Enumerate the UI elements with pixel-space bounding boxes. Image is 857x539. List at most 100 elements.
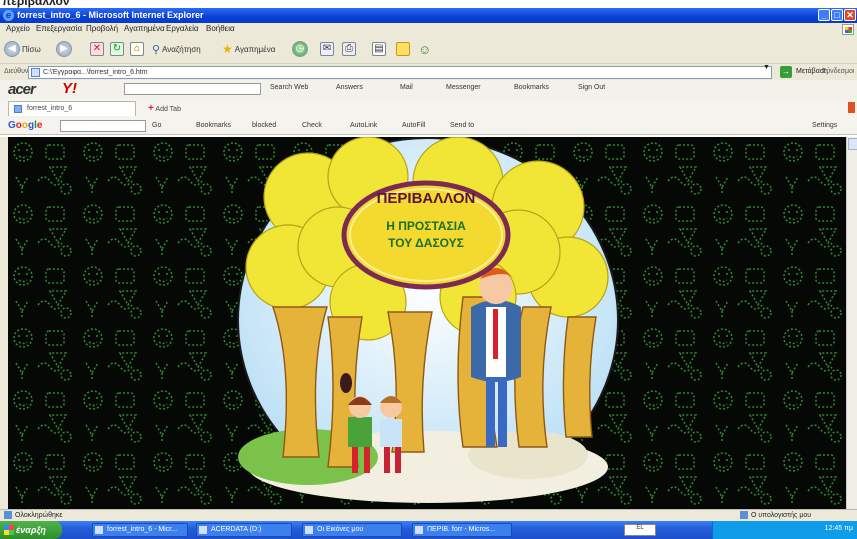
- google-blocked[interactable]: blocked: [252, 122, 276, 129]
- print-button[interactable]: ⎙: [342, 40, 356, 58]
- edit-button[interactable]: ▤: [372, 40, 386, 58]
- stop-icon: ✕: [90, 42, 104, 56]
- forest-illustration: ΠΕΡΙΒΑΛΛΟΝ Η ΠΡΟΣΤΑΣΙΑ ΤΟΥ ΔΑΣΟΥΣ: [8, 137, 846, 509]
- clock[interactable]: 12:45 πμ: [825, 525, 853, 532]
- yahoo-logo[interactable]: Y!: [62, 80, 77, 97]
- menu-help[interactable]: Βοήθεια: [206, 24, 235, 33]
- maximize-button[interactable]: □: [831, 9, 843, 21]
- forward-arrow-icon: ▶: [56, 41, 72, 57]
- task-ie-2[interactable]: ΠΕΡΙΒ. forr - Micros...: [412, 523, 512, 537]
- yahoo-search-web[interactable]: Search Web: [270, 84, 308, 91]
- refresh-icon: ↻: [110, 42, 124, 56]
- links-label[interactable]: Σύνδεσμοι: [822, 68, 854, 75]
- google-logo[interactable]: Google: [8, 120, 42, 131]
- taskbar: έναρξη forrest_intro_6 - Micr... ACERDAT…: [0, 521, 857, 539]
- task-ie[interactable]: forrest_intro_6 - Micr...: [92, 523, 188, 537]
- address-input[interactable]: C:\Έγγραφα...\forrest_intro_6.htm: [28, 66, 772, 79]
- google-go[interactable]: Go: [152, 122, 161, 129]
- address-dropdown-icon[interactable]: ▼: [762, 64, 771, 75]
- tab-label: forrest_intro_6: [27, 105, 73, 112]
- home-icon: ⌂: [130, 42, 144, 56]
- window-titlebar[interactable]: e forrest_intro_6 - Microsoft Internet E…: [0, 8, 857, 23]
- menu-bar: Αρχείο Επεξεργασία Προβολή Αγαπημένα Εργ…: [0, 23, 857, 35]
- computer-icon: [740, 511, 748, 519]
- ie-task-icon: [415, 526, 423, 534]
- google-autofill[interactable]: AutoFill: [402, 122, 425, 129]
- address-url: C:\Έγγραφα...\forrest_intro_6.htm: [43, 69, 148, 76]
- tree-hollow: [340, 373, 352, 393]
- messenger-icon: ☺: [418, 41, 432, 57]
- window-title: forrest_intro_6 - Microsoft Internet Exp…: [17, 10, 204, 20]
- language-indicator[interactable]: EL: [624, 524, 656, 536]
- task-pictures[interactable]: Οι Εικόνες μου: [302, 523, 402, 537]
- document-icon: ▤: [372, 42, 386, 56]
- search-label: Αναζήτηση: [162, 44, 201, 54]
- minimize-button[interactable]: _: [818, 9, 830, 21]
- acer-logo: acer: [8, 81, 36, 98]
- ie-logo-icon: e: [3, 10, 14, 21]
- tab-list-icon[interactable]: [848, 102, 855, 113]
- status-left: Ολοκληρώθηκε: [4, 511, 62, 519]
- windows-flag-icon: [842, 24, 854, 35]
- start-button[interactable]: έναρξη: [0, 521, 62, 539]
- google-search-input[interactable]: [60, 120, 146, 132]
- home-button[interactable]: ⌂: [130, 40, 144, 58]
- status-text: Ολοκληρώθηκε: [15, 511, 63, 519]
- google-autolink[interactable]: AutoLink: [350, 122, 377, 129]
- history-button[interactable]: ◷: [292, 40, 308, 58]
- mail-button[interactable]: ✉: [320, 40, 334, 58]
- yahoo-mail[interactable]: Mail: [400, 84, 413, 91]
- page-done-icon: [4, 511, 12, 519]
- messenger-button[interactable]: ☺: [418, 40, 431, 58]
- left-frame: [0, 137, 8, 509]
- favorites-button[interactable]: ★ Αγαπημένα: [222, 40, 275, 58]
- folder-task-icon: [305, 526, 313, 534]
- tab-active[interactable]: forrest_intro_6: [8, 101, 136, 116]
- refresh-button[interactable]: ↻: [110, 40, 124, 58]
- google-send-to[interactable]: Send to: [450, 122, 474, 129]
- yahoo-search-input[interactable]: [124, 83, 261, 95]
- yahoo-answers[interactable]: Answers: [336, 84, 363, 91]
- task-drive[interactable]: ACERDATA (D:): [196, 523, 292, 537]
- yahoo-messenger[interactable]: Messenger: [446, 84, 481, 91]
- back-button[interactable]: ◀ Πίσω: [4, 40, 41, 58]
- google-toolbar: Google Go Bookmarks blocked Check AutoLi…: [0, 117, 857, 135]
- folder-icon: [396, 42, 410, 56]
- google-settings[interactable]: Settings: [812, 122, 837, 129]
- go-button[interactable]: →: [780, 66, 792, 78]
- task-label: forrest_intro_6 - Micr...: [107, 526, 178, 533]
- folder-button[interactable]: [396, 40, 410, 58]
- status-bar: Ολοκληρώθηκε Ο υπολογιστής μου: [0, 509, 857, 521]
- yahoo-toolbar: acer Y! Search Web Answers Mail Messenge…: [0, 80, 857, 98]
- menu-edit[interactable]: Επεξεργασία: [36, 24, 82, 33]
- address-bar: Διεύθυνση C:\Έγγραφα...\forrest_intro_6.…: [0, 63, 857, 80]
- menu-favorites[interactable]: Αγαπημένα: [124, 24, 165, 33]
- yahoo-bookmarks[interactable]: Bookmarks: [514, 84, 549, 91]
- page-subtitle-line1: Η ΠΡΟΣΤΑΣΙΑ: [386, 219, 466, 233]
- task-label: Οι Εικόνες μου: [317, 526, 364, 533]
- favorites-label: Αγαπημένα: [234, 44, 276, 54]
- plus-icon: +: [148, 103, 154, 114]
- search-icon: ⚲: [152, 43, 161, 56]
- google-check[interactable]: Check: [302, 122, 322, 129]
- menu-file[interactable]: Αρχείο: [6, 24, 30, 33]
- caption-text: περιβάλλον: [2, 0, 70, 8]
- close-button[interactable]: ✕: [844, 9, 856, 21]
- page-subtitle-line2: ΤΟΥ ΔΑΣΟΥΣ: [388, 236, 464, 250]
- google-bookmarks[interactable]: Bookmarks: [196, 122, 231, 129]
- yahoo-sign-out[interactable]: Sign Out: [578, 84, 605, 91]
- standard-toolbar: ◀ Πίσω ▶ ✕ ↻ ⌂ ⚲ Αναζήτηση ★ Αγαπημένα ◷ ✉ …: [0, 35, 857, 63]
- status-right: Ο υπολογιστής μου: [740, 511, 811, 519]
- page-viewport: ΠΕΡΙΒΑΛΛΟΝ Η ΠΡΟΣΤΑΣΙΑ ΤΟΥ ΔΑΣΟΥΣ: [8, 137, 846, 509]
- forward-button[interactable]: ▶: [56, 40, 72, 58]
- add-tab-label: Add Tab: [155, 106, 181, 113]
- stop-button[interactable]: ✕: [90, 40, 104, 58]
- vertical-scrollbar[interactable]: [846, 137, 857, 509]
- task-label: ACERDATA (D:): [211, 526, 262, 533]
- menu-view[interactable]: Προβολή: [86, 24, 118, 33]
- caption-strip: περιβάλλον: [0, 0, 857, 8]
- menu-tools[interactable]: Εργαλεία: [166, 24, 198, 33]
- zone-text: Ο υπολογιστής μου: [751, 511, 812, 519]
- add-tab-button[interactable]: + Add Tab: [148, 103, 181, 114]
- search-button[interactable]: ⚲ Αναζήτηση: [152, 40, 201, 58]
